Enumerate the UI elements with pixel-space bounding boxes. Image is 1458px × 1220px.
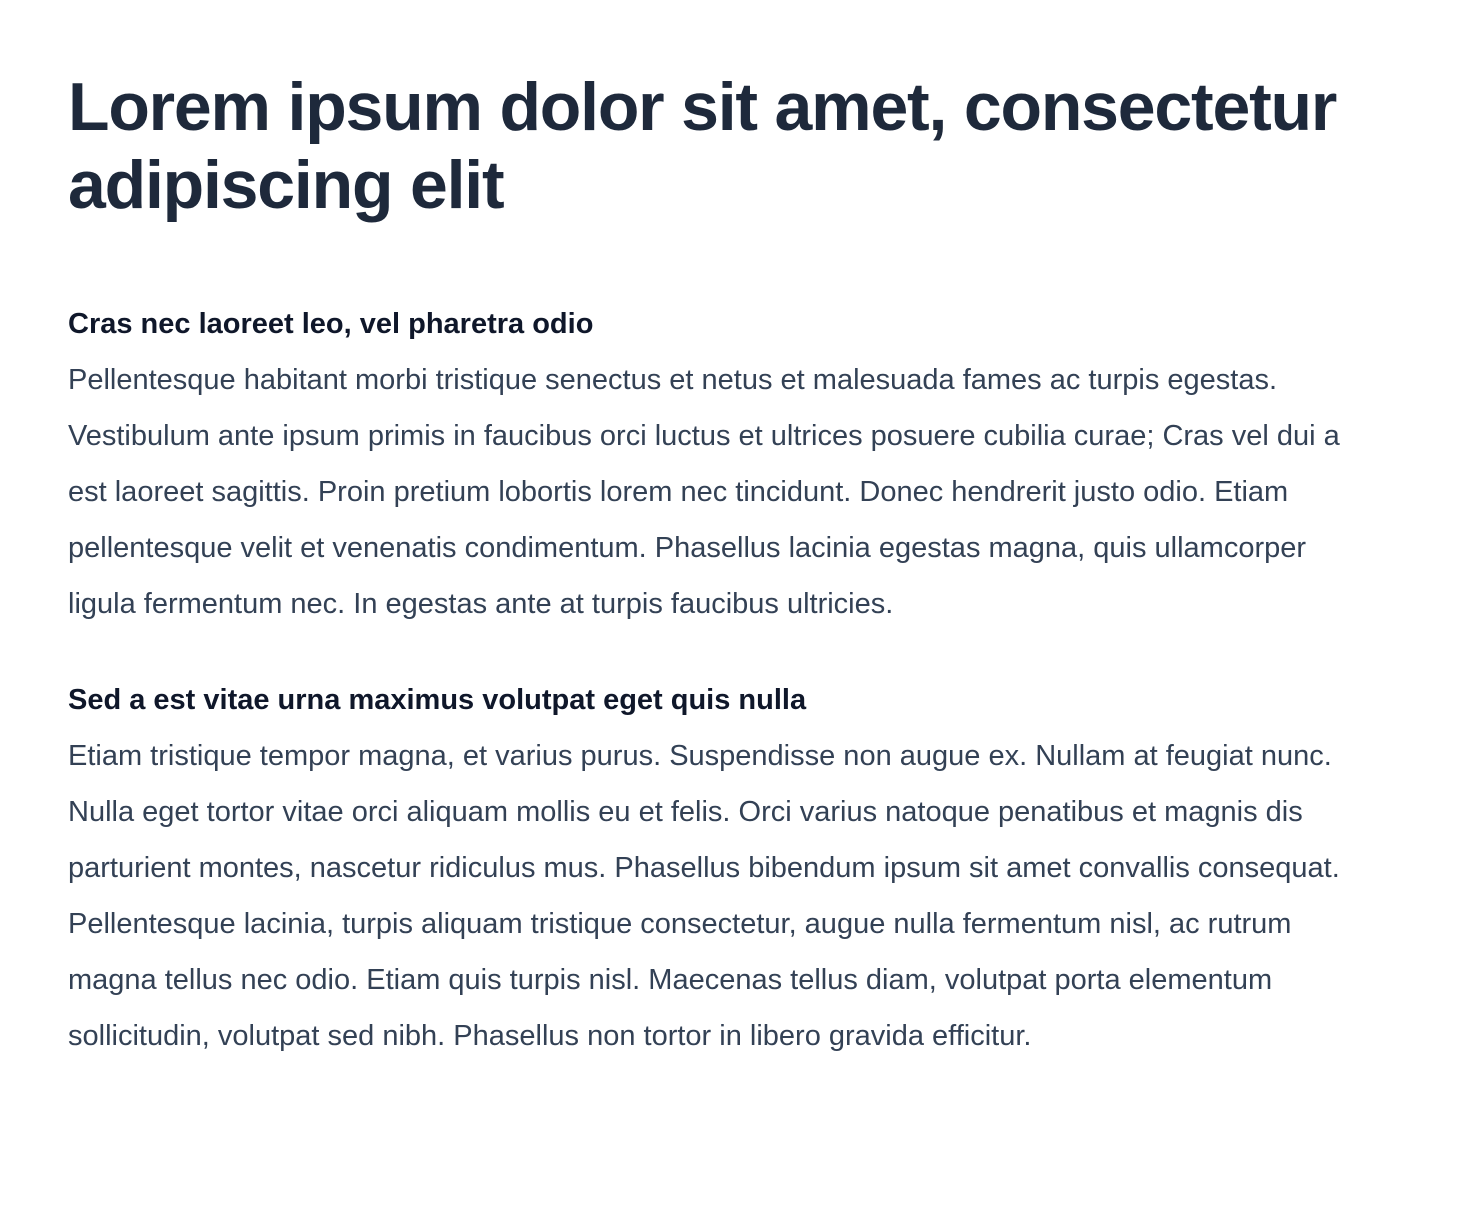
page-title: Lorem ipsum dolor sit amet, consectetur … [68,69,1337,223]
section-paragraph: Pellentesque habitant morbi tristique se… [68,364,1340,620]
article-section: Sed a est vitae urna maximus volutpat eg… [68,672,1390,1064]
section-paragraph: Etiam tristique tempor magna, et varius … [68,740,1340,1052]
section-heading: Cras nec laoreet leo, vel pharetra odio [68,308,594,340]
article-section: Cras nec laoreet leo, vel pharetra odio … [68,296,1390,632]
section-heading: Sed a est vitae urna maximus volutpat eg… [68,684,807,716]
article: Lorem ipsum dolor sit amet, consectetur … [0,0,1458,1064]
